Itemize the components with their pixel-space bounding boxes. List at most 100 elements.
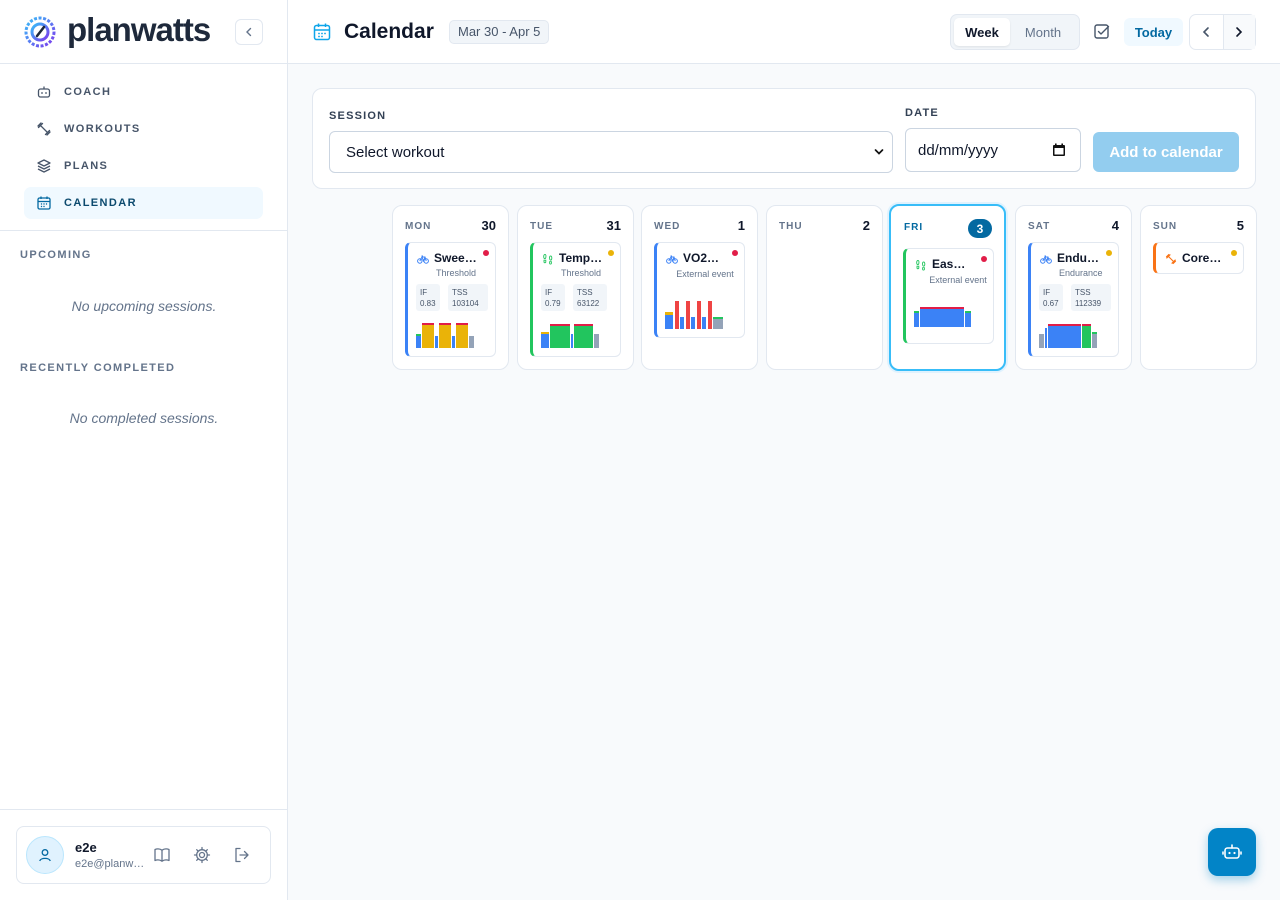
chevron-left-icon xyxy=(1203,27,1210,37)
book-icon[interactable] xyxy=(153,846,171,864)
nav-item-label: PLANS xyxy=(64,160,109,172)
workout-title: Sweet Spot Intervals xyxy=(434,251,480,265)
user-card: e2e e2e@planwatts.app xyxy=(16,826,271,884)
workout-card[interactable]: Core Strength xyxy=(1153,242,1244,274)
workout-subtitle: External event xyxy=(929,275,987,285)
day-name: MON xyxy=(405,221,432,232)
day-column-wed[interactable]: WED 1 VO2 Max External event xyxy=(641,205,758,370)
checkbox-select-icon[interactable] xyxy=(1092,22,1112,42)
brand-name: planwatts xyxy=(67,11,211,48)
workout-card[interactable]: Easy Run External event xyxy=(903,248,994,344)
status-dot xyxy=(608,250,614,256)
month-view-button[interactable]: Month xyxy=(1010,18,1076,46)
view-toggle: Week Month xyxy=(950,14,1080,50)
day-name: SAT xyxy=(1028,221,1051,232)
nav-item-label: WORKOUTS xyxy=(64,123,141,135)
date-input-placeholder: dd/mm/yyyy xyxy=(918,141,999,159)
chevron-down-icon xyxy=(874,149,884,155)
metric-value: 63122 xyxy=(577,299,600,308)
workout-card[interactable]: Tempo Run Threshold IF 0.79 TSS 63122 xyxy=(530,242,621,357)
coach-chat-button[interactable] xyxy=(1208,828,1256,876)
add-to-calendar-button[interactable]: Add to calendar xyxy=(1093,132,1239,172)
metric-value: 112339 xyxy=(1075,299,1102,308)
workout-card[interactable]: Endurance Ride Endurance IF 0.67 TSS 11233… xyxy=(1028,242,1119,357)
metric-value: 103104 xyxy=(452,299,479,308)
workout-title: Core Strength xyxy=(1182,251,1224,265)
sidebar: planwatts COACH WORKOUTS PLANS CALENDAR … xyxy=(0,0,288,900)
collapse-sidebar-button[interactable] xyxy=(235,19,263,45)
tss-metric: TSS 63122 xyxy=(573,284,607,311)
date-input[interactable]: dd/mm/yyyy xyxy=(905,128,1081,172)
robot-icon xyxy=(1222,844,1242,859)
dumbbell-icon xyxy=(37,122,51,136)
metric-label: IF xyxy=(545,288,553,297)
workout-subtitle: Threshold xyxy=(561,268,602,278)
workout-profile-chart xyxy=(914,307,971,327)
metric-label: TSS xyxy=(577,288,593,297)
day-number: 5 xyxy=(1236,218,1244,233)
workout-card[interactable]: Sweet Spot Intervals Threshold IF 0.83 TS… xyxy=(405,242,496,357)
workout-subtitle: External event xyxy=(676,269,734,279)
day-name: FRI xyxy=(904,222,924,233)
day-number: 31 xyxy=(606,218,621,233)
week-view-button[interactable]: Week xyxy=(954,18,1010,46)
nav-item-calendar[interactable]: CALENDAR xyxy=(24,187,263,219)
recently-completed-title: RECENTLY COMPLETED xyxy=(20,362,176,374)
bike-icon xyxy=(417,255,429,264)
day-number: 30 xyxy=(481,218,496,233)
chevron-right-icon xyxy=(1236,27,1243,37)
dumbbell-icon xyxy=(1165,253,1177,265)
workout-profile-chart xyxy=(1039,324,1097,348)
user-icon xyxy=(39,849,51,862)
avatar[interactable] xyxy=(26,836,64,874)
nav-item-workouts[interactable]: WORKOUTS xyxy=(24,113,263,145)
day-column-sun[interactable]: SUN 5 Core Strength xyxy=(1140,205,1257,370)
day-column-sat[interactable]: SAT 4 Endurance Ride Endurance IF 0.67 TS… xyxy=(1015,205,1132,370)
prev-week-button[interactable] xyxy=(1190,15,1223,49)
upcoming-empty-text: No upcoming sessions. xyxy=(71,298,217,314)
day-name: WED xyxy=(654,221,681,232)
if-metric: IF 0.79 xyxy=(541,284,565,311)
calendar-icon xyxy=(313,23,331,41)
status-dot xyxy=(1106,250,1112,256)
workout-profile-chart xyxy=(416,323,474,348)
metric-label: TSS xyxy=(452,288,468,297)
logout-icon[interactable] xyxy=(233,846,251,864)
robot-icon xyxy=(37,86,51,98)
metric-label: IF xyxy=(420,288,428,297)
date-label: DATE xyxy=(905,107,939,119)
main-nav: COACH WORKOUTS PLANS CALENDAR xyxy=(0,64,287,231)
nav-item-coach[interactable]: COACH xyxy=(24,76,263,108)
day-column-fri-today[interactable]: FRI 3 Easy Run External event xyxy=(889,204,1006,371)
status-dot xyxy=(483,250,489,256)
nav-item-plans[interactable]: PLANS xyxy=(24,150,263,182)
user-info: e2e e2e@planwatts.app xyxy=(75,840,145,870)
session-select[interactable]: Select workout xyxy=(329,131,893,173)
workout-title: VO2 Max xyxy=(683,251,721,265)
day-column-mon[interactable]: MON 30 Sweet Spot Intervals Threshold IF… xyxy=(392,205,509,370)
upcoming-title: UPCOMING xyxy=(20,249,92,261)
next-week-button[interactable] xyxy=(1222,15,1255,49)
if-metric: IF 0.83 xyxy=(416,284,440,311)
status-dot xyxy=(981,256,987,262)
workout-title: Endurance Ride xyxy=(1057,251,1103,265)
workout-card[interactable]: VO2 Max External event xyxy=(654,242,745,338)
workout-profile-chart xyxy=(665,301,723,329)
gear-icon[interactable] xyxy=(193,846,211,864)
calendar-picker-icon[interactable] xyxy=(1052,143,1066,157)
day-number: 4 xyxy=(1111,218,1119,233)
metric-value: 0.83 xyxy=(420,299,436,308)
today-button[interactable]: Today xyxy=(1124,18,1183,46)
today-day-number: 3 xyxy=(968,219,992,238)
day-column-thu[interactable]: THU 2 xyxy=(766,205,883,370)
brand-header: planwatts xyxy=(0,0,287,64)
day-column-tue[interactable]: TUE 31 Tempo Run Threshold IF 0.79 TSS 631… xyxy=(517,205,634,370)
bike-icon xyxy=(1040,255,1052,264)
page-header: Calendar Mar 30 - Apr 5 Week Month Today xyxy=(288,0,1280,64)
planwatts-logo-icon xyxy=(24,16,56,47)
day-name: SUN xyxy=(1153,221,1178,232)
add-session-form: SESSION Select workout DATE dd/mm/yyyy A… xyxy=(312,88,1256,189)
completed-empty-text: No completed sessions. xyxy=(69,410,219,426)
metric-value: 0.67 xyxy=(1043,299,1059,308)
day-name: THU xyxy=(779,221,803,232)
